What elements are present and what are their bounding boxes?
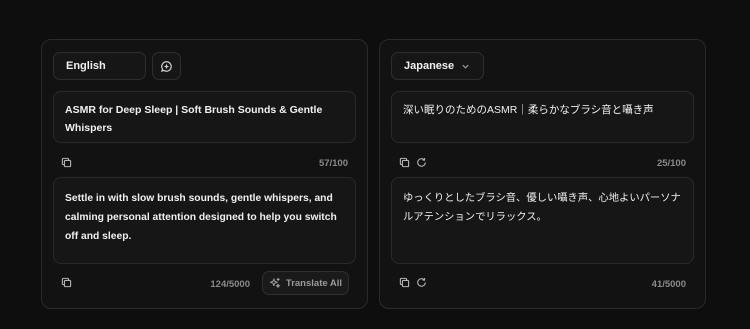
translate-all-label: Translate All — [285, 277, 343, 289]
sparkle-icon — [269, 277, 281, 289]
source-title-text: ASMR for Deep Sleep | Soft Brush Sounds … — [65, 104, 323, 134]
add-language-button[interactable] — [152, 52, 181, 80]
copy-icon[interactable] — [399, 277, 411, 289]
target-description-field[interactable]: ゆっくりとしたブラシ音、優しい囁き声、心地よいパーソナルアテンションでリラックス… — [391, 177, 694, 264]
source-title-tools — [61, 157, 73, 169]
target-description-tools — [399, 277, 428, 289]
source-title-field[interactable]: ASMR for Deep Sleep | Soft Brush Sounds … — [53, 91, 356, 143]
target-language-select[interactable]: Japanese — [391, 52, 484, 80]
translate-all-button[interactable]: Translate All — [262, 271, 349, 295]
chat-plus-icon — [160, 60, 173, 73]
source-panel: English ASMR for Deep Sleep | Soft Brush… — [41, 39, 368, 309]
target-title-text: 深い眠りのためのASMR｜柔らかなブラシ音と囁き声 — [403, 104, 654, 116]
copy-icon[interactable] — [61, 157, 73, 169]
source-language-select[interactable]: English — [53, 52, 146, 80]
target-title-tools — [399, 157, 428, 169]
refresh-icon[interactable] — [416, 157, 428, 169]
source-description-tools — [61, 277, 73, 289]
target-title-counter: 25/100 — [656, 158, 686, 169]
source-title-counter: 57/100 — [318, 158, 348, 169]
refresh-icon[interactable] — [416, 277, 428, 289]
target-description-counter: 41/5000 — [651, 279, 686, 290]
target-language-label: Japanese — [404, 60, 455, 72]
source-description-text: Settle in with slow brush sounds, gentle… — [65, 193, 337, 242]
translation-workspace: English ASMR for Deep Sleep | Soft Brush… — [0, 0, 750, 329]
source-description-counter: 124/5000 — [210, 279, 250, 290]
target-panel: Japanese 深い眠りのためのASMR｜柔らかなブラシ音と囁き声 25/10… — [379, 39, 706, 309]
copy-icon[interactable] — [61, 277, 73, 289]
target-description-text: ゆっくりとしたブラシ音、優しい囁き声、心地よいパーソナルアテンションでリラックス… — [403, 193, 681, 223]
copy-icon[interactable] — [399, 157, 411, 169]
source-description-field[interactable]: Settle in with slow brush sounds, gentle… — [53, 177, 356, 264]
chevron-down-icon — [461, 62, 470, 71]
target-title-field[interactable]: 深い眠りのためのASMR｜柔らかなブラシ音と囁き声 — [391, 91, 694, 143]
source-language-label: English — [66, 60, 106, 72]
